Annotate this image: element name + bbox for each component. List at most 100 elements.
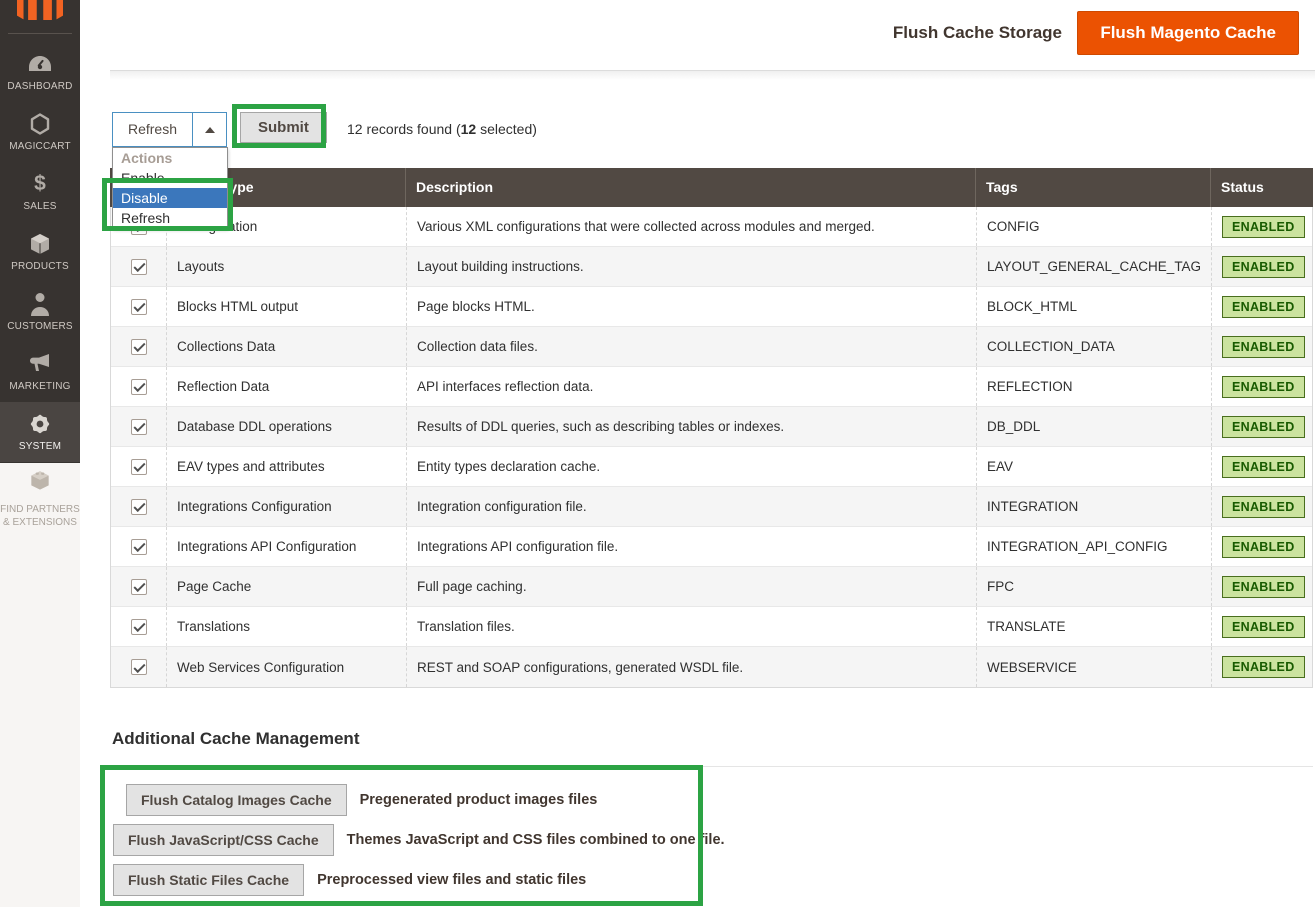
row-checkbox-cell bbox=[111, 367, 166, 406]
dropdown-group-actions: Actions bbox=[113, 148, 227, 168]
status-badge: ENABLED bbox=[1222, 536, 1305, 558]
mass-action-select-toggle[interactable] bbox=[192, 113, 226, 146]
row-checkbox-cell bbox=[111, 567, 166, 606]
row-checkbox-cell bbox=[111, 527, 166, 566]
cell-tags: REFLECTION bbox=[976, 367, 1211, 406]
flush-cache-button[interactable]: Flush JavaScript/CSS Cache bbox=[113, 824, 334, 856]
row-checkbox[interactable] bbox=[131, 579, 147, 595]
cell-description: Various XML configurations that were col… bbox=[406, 207, 976, 246]
sidebar-item-label: CUSTOMERS bbox=[7, 321, 73, 332]
flush-cache-description: Preprocessed view files and static files bbox=[317, 872, 586, 888]
cell-tags: TRANSLATE bbox=[976, 607, 1211, 646]
table-row[interactable]: EAV types and attributes Entity types de… bbox=[111, 447, 1312, 487]
cell-tags: WEBSERVICE bbox=[976, 647, 1211, 687]
dropdown-option-disable[interactable]: Disable bbox=[113, 188, 227, 208]
additional-cache-heading: Additional Cache Management bbox=[112, 729, 359, 749]
dashboard-icon bbox=[27, 52, 53, 76]
table-row[interactable]: Reflection Data API interfaces reflectio… bbox=[111, 367, 1312, 407]
flush-cache-button[interactable]: Flush Static Files Cache bbox=[113, 864, 304, 896]
records-prefix: 12 records found ( bbox=[347, 121, 461, 137]
flush-cache-button[interactable]: Flush Catalog Images Cache bbox=[126, 784, 347, 816]
records-selected-count: 12 bbox=[461, 121, 477, 137]
sidebar-item-system[interactable]: SYSTEM bbox=[0, 402, 80, 462]
cell-tags: FPC bbox=[976, 567, 1211, 606]
dropdown-option-enable[interactable]: Enable bbox=[113, 168, 227, 188]
row-checkbox-cell bbox=[111, 407, 166, 446]
additional-cache-row: Flush Static Files Cache Preprocessed vi… bbox=[113, 860, 725, 900]
cell-cache-type: Integrations API Configuration bbox=[166, 527, 406, 566]
flush-cache-description: Themes JavaScript and CSS files combined… bbox=[347, 832, 725, 848]
sidebar-item-products[interactable]: PRODUCTS bbox=[0, 222, 80, 282]
cell-cache-type: Layouts bbox=[166, 247, 406, 286]
status-badge: ENABLED bbox=[1222, 376, 1305, 398]
records-found-text: 12 records found (12 selected) bbox=[347, 121, 537, 137]
row-checkbox[interactable] bbox=[131, 379, 147, 395]
cell-tags: LAYOUT_GENERAL_CACHE_TAG bbox=[976, 247, 1211, 286]
row-checkbox[interactable] bbox=[131, 459, 147, 475]
cell-status: ENABLED bbox=[1211, 487, 1314, 526]
sidebar-item-find-partners[interactable]: FIND PARTNERS & EXTENSIONS bbox=[0, 468, 80, 529]
status-badge: ENABLED bbox=[1222, 216, 1305, 238]
table-row[interactable]: Configuration Various XML configurations… bbox=[111, 207, 1312, 247]
marketing-icon bbox=[27, 352, 53, 376]
cell-status: ENABLED bbox=[1211, 327, 1314, 366]
row-checkbox[interactable] bbox=[131, 299, 147, 315]
cell-cache-type: Web Services Configuration bbox=[166, 647, 406, 687]
additional-cache-row: Flush JavaScript/CSS Cache Themes JavaSc… bbox=[113, 820, 725, 860]
row-checkbox-cell bbox=[111, 327, 166, 366]
column-header-tags[interactable]: Tags bbox=[975, 168, 1210, 207]
find-partners-label-line2: & EXTENSIONS bbox=[0, 516, 80, 529]
products-icon bbox=[27, 232, 53, 256]
cell-tags: INTEGRATION bbox=[976, 487, 1211, 526]
column-header-status[interactable]: Status bbox=[1210, 168, 1313, 207]
additional-cache-rows: Flush Catalog Images Cache Pregenerated … bbox=[113, 780, 725, 900]
table-row[interactable]: Page Cache Full page caching. FPC ENABLE… bbox=[111, 567, 1312, 607]
sidebar-item-sales[interactable]: $ SALES bbox=[0, 162, 80, 222]
table-row[interactable]: Integrations API Configuration Integrati… bbox=[111, 527, 1312, 567]
cell-cache-type: Collections Data bbox=[166, 327, 406, 366]
row-checkbox[interactable] bbox=[131, 659, 147, 675]
cell-tags: INTEGRATION_API_CONFIG bbox=[976, 527, 1211, 566]
magento-logo[interactable] bbox=[0, 0, 80, 20]
table-row[interactable]: Web Services Configuration REST and SOAP… bbox=[111, 647, 1312, 687]
table-row[interactable]: Database DDL operations Results of DDL q… bbox=[111, 407, 1312, 447]
sidebar-item-label: PRODUCTS bbox=[11, 261, 69, 272]
cell-cache-type: EAV types and attributes bbox=[166, 447, 406, 486]
cell-cache-type: Translations bbox=[166, 607, 406, 646]
chevron-up-icon bbox=[205, 127, 215, 133]
flush-cache-storage-button[interactable]: Flush Cache Storage bbox=[893, 23, 1062, 43]
cell-tags: EAV bbox=[976, 447, 1211, 486]
row-checkbox[interactable] bbox=[131, 619, 147, 635]
row-checkbox-cell bbox=[111, 247, 166, 286]
column-header-description[interactable]: Description bbox=[405, 168, 975, 207]
cell-status: ENABLED bbox=[1211, 607, 1314, 646]
row-checkbox[interactable] bbox=[131, 419, 147, 435]
mass-action-select[interactable]: Refresh bbox=[112, 112, 227, 147]
cell-status: ENABLED bbox=[1211, 207, 1314, 246]
dropdown-option-refresh[interactable]: Refresh bbox=[113, 208, 227, 228]
cell-tags: CONFIG bbox=[976, 207, 1211, 246]
sidebar-item-customers[interactable]: CUSTOMERS bbox=[0, 282, 80, 342]
sidebar-item-marketing[interactable]: MARKETING bbox=[0, 342, 80, 402]
table-row[interactable]: Layouts Layout building instructions. LA… bbox=[111, 247, 1312, 287]
submit-button[interactable]: Submit bbox=[240, 112, 327, 143]
sidebar-item-magiccart[interactable]: MAGICCART bbox=[0, 102, 80, 162]
table-row[interactable]: Blocks HTML output Page blocks HTML. BLO… bbox=[111, 287, 1312, 327]
sidebar-item-label: DASHBOARD bbox=[7, 81, 72, 92]
flush-magento-cache-button[interactable]: Flush Magento Cache bbox=[1077, 11, 1299, 55]
row-checkbox-cell bbox=[111, 647, 166, 687]
status-badge: ENABLED bbox=[1222, 656, 1305, 678]
status-badge: ENABLED bbox=[1222, 256, 1305, 278]
mass-action-dropdown: Actions Enable Disable Refresh bbox=[112, 147, 228, 229]
status-badge: ENABLED bbox=[1222, 296, 1305, 318]
row-checkbox[interactable] bbox=[131, 259, 147, 275]
sidebar-item-label: SYSTEM bbox=[19, 441, 61, 452]
row-checkbox[interactable] bbox=[131, 339, 147, 355]
table-row[interactable]: Translations Translation files. TRANSLAT… bbox=[111, 607, 1312, 647]
cell-description: Layout building instructions. bbox=[406, 247, 976, 286]
row-checkbox[interactable] bbox=[131, 539, 147, 555]
table-row[interactable]: Integrations Configuration Integration c… bbox=[111, 487, 1312, 527]
sidebar-item-dashboard[interactable]: DASHBOARD bbox=[0, 42, 80, 102]
table-row[interactable]: Collections Data Collection data files. … bbox=[111, 327, 1312, 367]
row-checkbox[interactable] bbox=[131, 499, 147, 515]
